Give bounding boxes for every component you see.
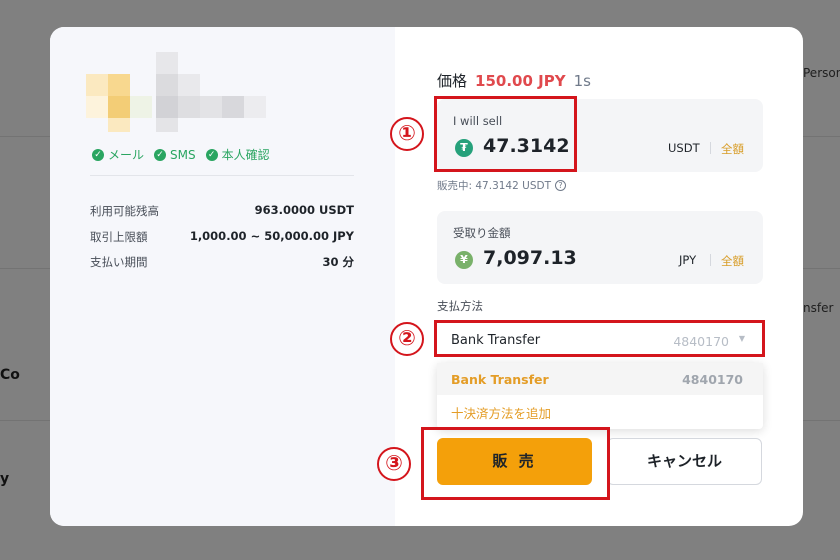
annotation-number-2: ② [390, 322, 424, 356]
divider [90, 175, 354, 176]
separator [710, 254, 711, 266]
annotation-number-3: ③ [377, 447, 411, 481]
annotation-number-1: ① [390, 117, 424, 151]
add-payment-method-link[interactable]: 十決済方法を追加 [451, 403, 551, 422]
sell-all-button[interactable]: 全額 [721, 141, 744, 157]
check-icon: ✓ [205, 148, 218, 161]
bg-text-transfer: nsfer [803, 301, 834, 315]
payment-method-label: 支払方法 [437, 299, 483, 313]
price-value: 150.00 JPY [475, 72, 566, 90]
annotation-box-2 [434, 320, 765, 357]
annotation-box-1 [434, 96, 577, 172]
bg-text-y: y [0, 471, 10, 487]
check-icon: ✓ [154, 148, 167, 161]
price-timer: 1s [573, 72, 591, 90]
info-row-limit: 取引上限額 1,000.00 ~ 50,000.00 JPY [90, 229, 354, 244]
price-line: 価格 150.00 JPY 1s [437, 70, 591, 91]
receive-amount-field[interactable]: 受取り金額 ¥ 7,097.13 JPY 全額 [437, 211, 763, 284]
separator [710, 142, 711, 154]
receive-field-label: 受取り金額 [453, 226, 511, 240]
verification-badges: ✓ メール ✓ SMS ✓ 本人確認 [92, 146, 270, 163]
bg-text-person: Person [803, 66, 840, 80]
receive-all-button[interactable]: 全額 [721, 253, 744, 269]
check-icon: ✓ [92, 148, 104, 161]
receive-unit: JPY [679, 253, 697, 267]
help-icon[interactable]: ? [554, 180, 566, 191]
bg-text-co: Co [0, 367, 20, 383]
verify-email: ✓ メール [92, 146, 144, 163]
payment-option[interactable]: Bank Transfer 4840170 [437, 363, 763, 395]
yen-icon: ¥ [455, 251, 473, 269]
selling-hint: 販売中: 47.3142 USDT ? [437, 178, 566, 193]
info-row-available: 利用可能残高 963.0000 USDT [90, 203, 354, 218]
verify-identity: ✓ 本人確認 [205, 146, 270, 163]
cancel-button[interactable]: キャンセル [607, 438, 762, 485]
price-label: 価格 [437, 72, 468, 90]
sell-unit: USDT [668, 141, 700, 155]
merchant-avatar-blurred [86, 52, 276, 140]
verify-sms: ✓ SMS [154, 146, 196, 163]
annotation-box-3 [421, 427, 610, 500]
info-row-payment-period: 支払い期間 30 分 [90, 255, 354, 269]
merchant-panel: ✓ メール ✓ SMS ✓ 本人確認 利用可能残高 963.0000 USDT 取引上… [50, 27, 395, 526]
payment-method-dropdown: Bank Transfer 4840170 十決済方法を追加 [437, 363, 763, 429]
receive-amount-input[interactable]: 7,097.13 [483, 247, 577, 269]
